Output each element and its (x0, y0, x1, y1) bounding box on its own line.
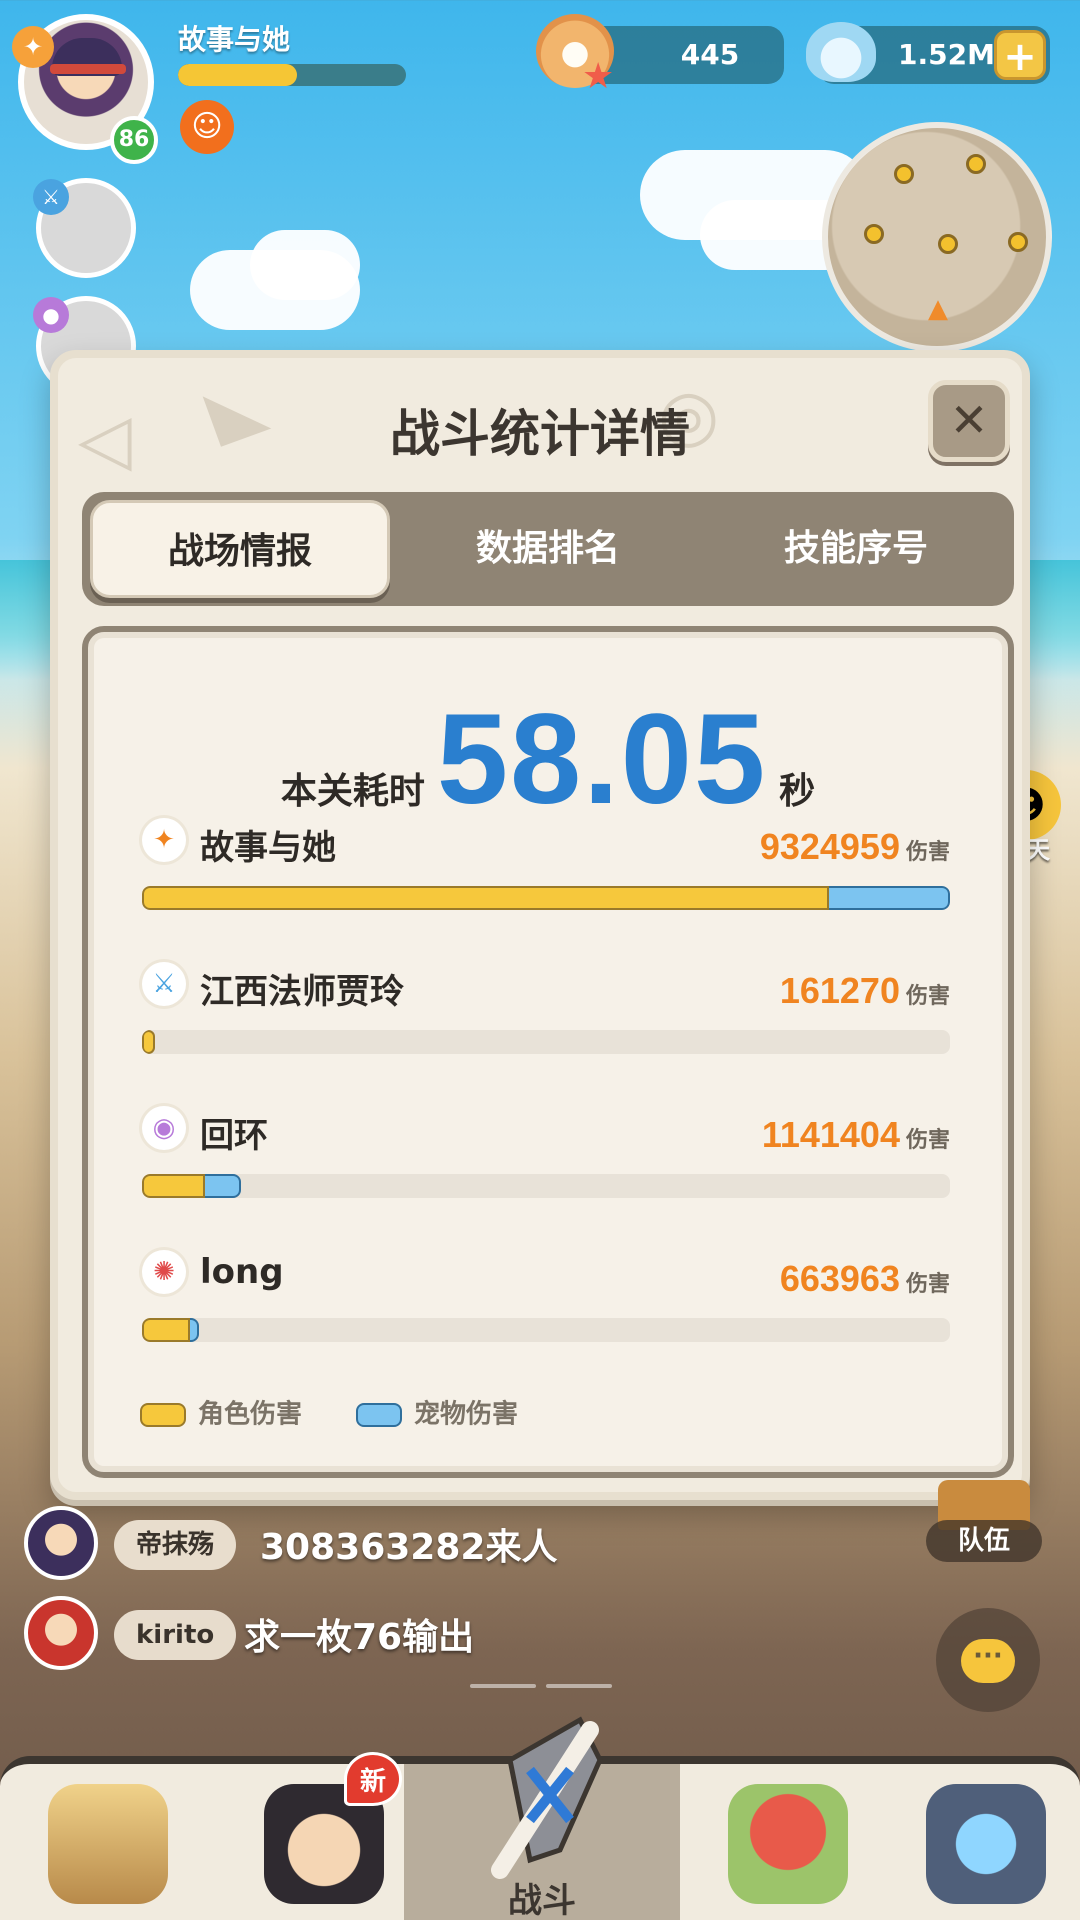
damage-total: 1141404 伤害 (762, 1114, 950, 1156)
map-node (938, 234, 958, 254)
chat-username: 帝抹殇 (114, 1520, 237, 1570)
damage-total: 161270 伤害 (780, 970, 950, 1012)
level-badge: 86 (110, 116, 158, 164)
legend-item-pet: 宠物伤害 (356, 1394, 518, 1434)
damage-total: 663963 伤害 (780, 1258, 950, 1300)
pearl-amount: 445 (680, 38, 740, 71)
team-button[interactable]: 队伍 (926, 1520, 1042, 1562)
player-name: 回环 (200, 1116, 268, 1156)
damage-value: 663963 (779, 1258, 900, 1299)
page-indicator (546, 1684, 612, 1688)
battle-stats-dialog: ◣ ◎ ◁ 战斗统计详情 ✕ 战场情报 数据排名 技能序号 本关耗时58.05 秒… (50, 350, 1030, 1500)
damage-unit: 伤害 (905, 840, 950, 865)
cloud (250, 230, 360, 300)
avatar-headband (50, 64, 126, 74)
purple-orb-icon: ◉ (142, 1106, 186, 1150)
player-name: 故事与她 (178, 23, 291, 56)
map-node (864, 224, 884, 244)
hero-damage-segment (142, 1318, 190, 1342)
clear-time-label: 本关耗时 (280, 771, 425, 812)
exp-bar-fill (178, 64, 297, 86)
nav-pet[interactable] (680, 1764, 896, 1920)
dialog-title: 战斗统计详情 (390, 405, 690, 463)
chat-message[interactable]: kirito 求一枚76输出 (24, 1596, 584, 1676)
teammate-avatar[interactable]: ⚔ (33, 178, 136, 278)
chat-avatar (24, 1506, 98, 1580)
player-marker-icon: ▲ (928, 294, 948, 324)
tab-bar: 战场情报 数据排名 技能序号 (82, 492, 1014, 606)
damage-row: ✦ 故事与她 9324959 伤害 (142, 818, 950, 928)
legend-swatch-hero (140, 1402, 186, 1427)
viking-helmet-icon (48, 1784, 168, 1904)
new-badge: 新 (344, 1752, 402, 1806)
damage-total: 9324959 伤害 (760, 826, 950, 868)
starfish-icon: ★ (582, 56, 615, 97)
player-name: long (200, 1252, 284, 1292)
legend-item-hero: 角色伤害 (140, 1394, 302, 1434)
sword-shield-icon (491, 1716, 603, 1879)
shell-icon (806, 22, 876, 82)
blue-sword-icon: ⚔ (33, 179, 69, 215)
hero-damage-segment (142, 886, 829, 910)
flame-claw-icon: ✦ (12, 26, 54, 68)
map-node (966, 154, 986, 174)
damage-row: ⚔ 江西法师贾玲 161270 伤害 (142, 962, 950, 1072)
damage-value: 9324959 (759, 826, 900, 867)
damage-value: 161270 (779, 970, 900, 1011)
damage-bar (142, 886, 950, 910)
legend-label-pet: 宠物伤害 (414, 1399, 519, 1430)
damage-unit: 伤害 (905, 1128, 950, 1153)
legend-label-hero: 角色伤害 (198, 1399, 303, 1430)
hero-damage-segment (142, 1030, 155, 1054)
damage-unit: 伤害 (905, 1272, 950, 1297)
chat-text: 308363282来人 (260, 1527, 558, 1568)
clear-time-row: 本关耗时 58.05 秒 (88, 686, 1008, 833)
exp-bar (178, 64, 406, 86)
stats-panel: 本关耗时58.05 秒 ✦ 故事与她 9324959 伤害 ⚔ 江西法师贾玲 161270 伤害… (82, 626, 1014, 1478)
pet-damage-segment (829, 886, 950, 910)
damage-row: ✺ long 663963 伤害 (142, 1250, 950, 1360)
add-currency-button[interactable]: + (994, 30, 1046, 80)
purple-orb-icon: ● (33, 297, 69, 333)
blue-sword-icon: ⚔ (142, 962, 186, 1006)
page-indicator (470, 1684, 536, 1688)
tab-battlefield-intel[interactable]: 战场情报 (90, 500, 390, 598)
legend-swatch-pet (356, 1402, 402, 1427)
close-button[interactable]: ✕ (928, 380, 1010, 462)
chat-username: kirito (114, 1610, 237, 1660)
hero-damage-segment (142, 1174, 205, 1198)
damage-row: ◉ 回环 1141404 伤害 (142, 1106, 950, 1216)
nav-portal[interactable] (896, 1764, 1080, 1920)
pet-damage-segment (190, 1318, 199, 1342)
tab-skill-order[interactable]: 技能序号 (706, 500, 1006, 598)
dinosaur-pet-icon (728, 1784, 848, 1904)
map-node (894, 164, 914, 184)
damage-bar (142, 1030, 950, 1054)
damage-bar (142, 1174, 950, 1198)
player-name: 故事与她 (200, 828, 336, 868)
player-name: 江西法师贾玲 (200, 972, 404, 1012)
clear-time-unit: 秒 (779, 771, 816, 812)
chat-bubble-icon: ··· (961, 1638, 1015, 1683)
damage-value: 1141404 (761, 1114, 900, 1155)
flame-claw-icon: ✦ (142, 818, 186, 862)
chat-avatar (24, 1596, 98, 1670)
portal-gate-icon (926, 1784, 1046, 1904)
red-swirl-icon: ✺ (142, 1250, 186, 1294)
buff-icon[interactable]: ☺ (180, 100, 234, 154)
shell-amount: 1.52M (898, 38, 995, 71)
chat-message[interactable]: 帝抹殇 308363282来人 (24, 1506, 584, 1586)
pet-damage-segment (205, 1174, 241, 1198)
quick-chat-button[interactable]: ··· (936, 1608, 1040, 1712)
chat-text: 求一枚76输出 (244, 1617, 475, 1658)
nav-label-battle: 战斗 (508, 1881, 576, 1920)
clear-time-value: 58.05 (436, 688, 768, 831)
map-node (1008, 232, 1028, 252)
damage-unit: 伤害 (905, 984, 950, 1009)
damage-bar (142, 1318, 950, 1342)
nav-character[interactable] (0, 1764, 216, 1920)
tab-data-ranking[interactable]: 数据排名 (398, 500, 698, 598)
minimap[interactable]: ▲ (822, 122, 1052, 352)
